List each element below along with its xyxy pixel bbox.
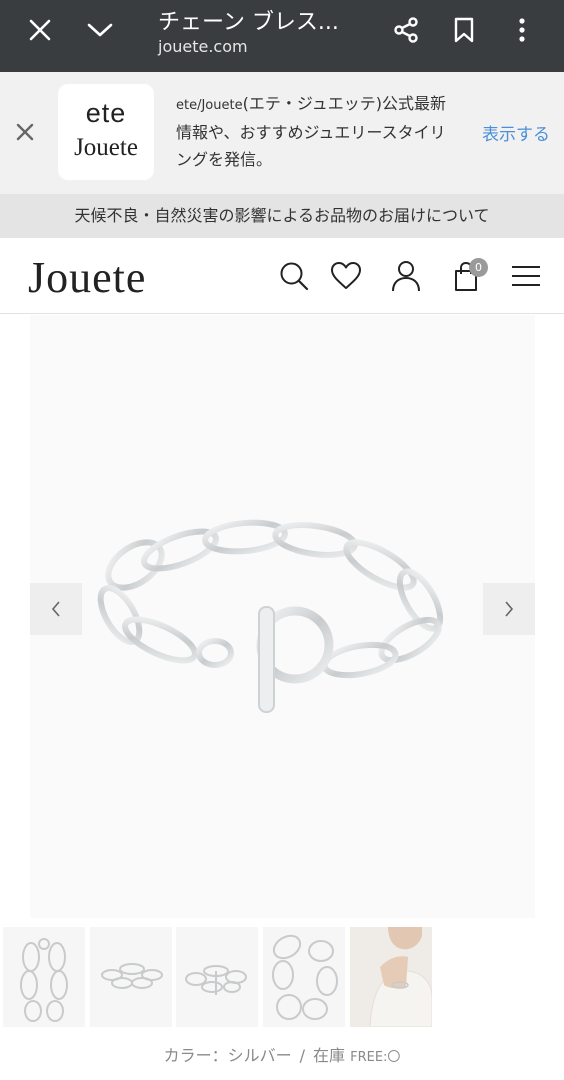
stock-label: 在庫 bbox=[312, 1046, 345, 1065]
app-logo-line1: ete bbox=[85, 98, 127, 128]
thumbnail-2[interactable] bbox=[90, 927, 172, 1027]
url-display[interactable]: jouete.com bbox=[158, 37, 248, 56]
chevron-down-icon[interactable] bbox=[82, 12, 118, 48]
account-icon[interactable] bbox=[388, 258, 424, 294]
app-logo-line2: Jouete bbox=[74, 134, 138, 161]
bracelet-thumbnail-icon bbox=[20, 938, 68, 1022]
page-title: チェーン ブレス... bbox=[158, 10, 339, 35]
model-thumbnail-icon bbox=[350, 927, 433, 1028]
thumbnail-strip bbox=[0, 927, 564, 1028]
bracelet-thumbnail-icon bbox=[185, 965, 247, 995]
hamburger-menu-icon[interactable] bbox=[508, 258, 544, 294]
product-image-carousel[interactable] bbox=[30, 315, 535, 918]
stock-value: FREE:〇 bbox=[350, 1050, 401, 1065]
bracelet-image bbox=[97, 519, 444, 713]
banner-text-prefix: ete/Jouete bbox=[176, 98, 243, 113]
close-icon[interactable] bbox=[22, 12, 58, 48]
site-logo[interactable]: Jouete bbox=[28, 252, 146, 303]
thumbnail-4[interactable] bbox=[263, 927, 345, 1027]
bracelet-thumbnail-icon bbox=[101, 963, 163, 989]
product-color-stock: カラー：シルバー / 在庫 FREE:〇 bbox=[0, 1042, 564, 1066]
thumbnail-5[interactable] bbox=[350, 927, 433, 1028]
next-image-button[interactable] bbox=[483, 583, 535, 635]
banner-text-line3: ングを発信。 bbox=[176, 150, 273, 169]
thumbnail-3[interactable] bbox=[176, 927, 258, 1027]
app-banner-text: ete/Jouete(エテ・ジュエッテ)公式最新 情報や、おすすめジュエリースタ… bbox=[176, 90, 466, 173]
banner-text-line1: (エテ・ジュエッテ)公式最新 bbox=[242, 94, 446, 113]
thumbnail-1[interactable] bbox=[3, 927, 85, 1027]
search-icon[interactable] bbox=[276, 258, 312, 294]
share-icon[interactable] bbox=[388, 12, 424, 48]
open-app-button[interactable]: 表示する bbox=[482, 120, 550, 145]
bracelet-thumbnail-icon bbox=[272, 934, 338, 1020]
banner-text-line2: 情報や、おすすめジュエリースタイリ bbox=[176, 123, 446, 142]
site-header: Jouete 0 bbox=[0, 238, 564, 314]
separator: / bbox=[299, 1046, 305, 1065]
heart-icon[interactable] bbox=[328, 258, 364, 294]
app-logo: ete Jouete bbox=[58, 84, 154, 180]
browser-toolbar: チェーン ブレス... jouete.com bbox=[0, 0, 564, 72]
cart-icon[interactable]: 0 bbox=[448, 258, 488, 294]
color-label: カラー：シルバー bbox=[163, 1046, 292, 1065]
bookmark-icon[interactable] bbox=[446, 12, 482, 48]
app-banner: ete Jouete ete/Jouete(エテ・ジュエッテ)公式最新 情報や、… bbox=[0, 72, 564, 194]
prev-image-button[interactable] bbox=[30, 583, 82, 635]
notice-bar[interactable]: 天候不良・自然災害の影響によるお品物のお届けについて bbox=[0, 194, 564, 238]
close-icon[interactable] bbox=[10, 117, 40, 147]
more-menu-icon[interactable] bbox=[504, 12, 540, 48]
cart-count-badge: 0 bbox=[469, 258, 488, 277]
